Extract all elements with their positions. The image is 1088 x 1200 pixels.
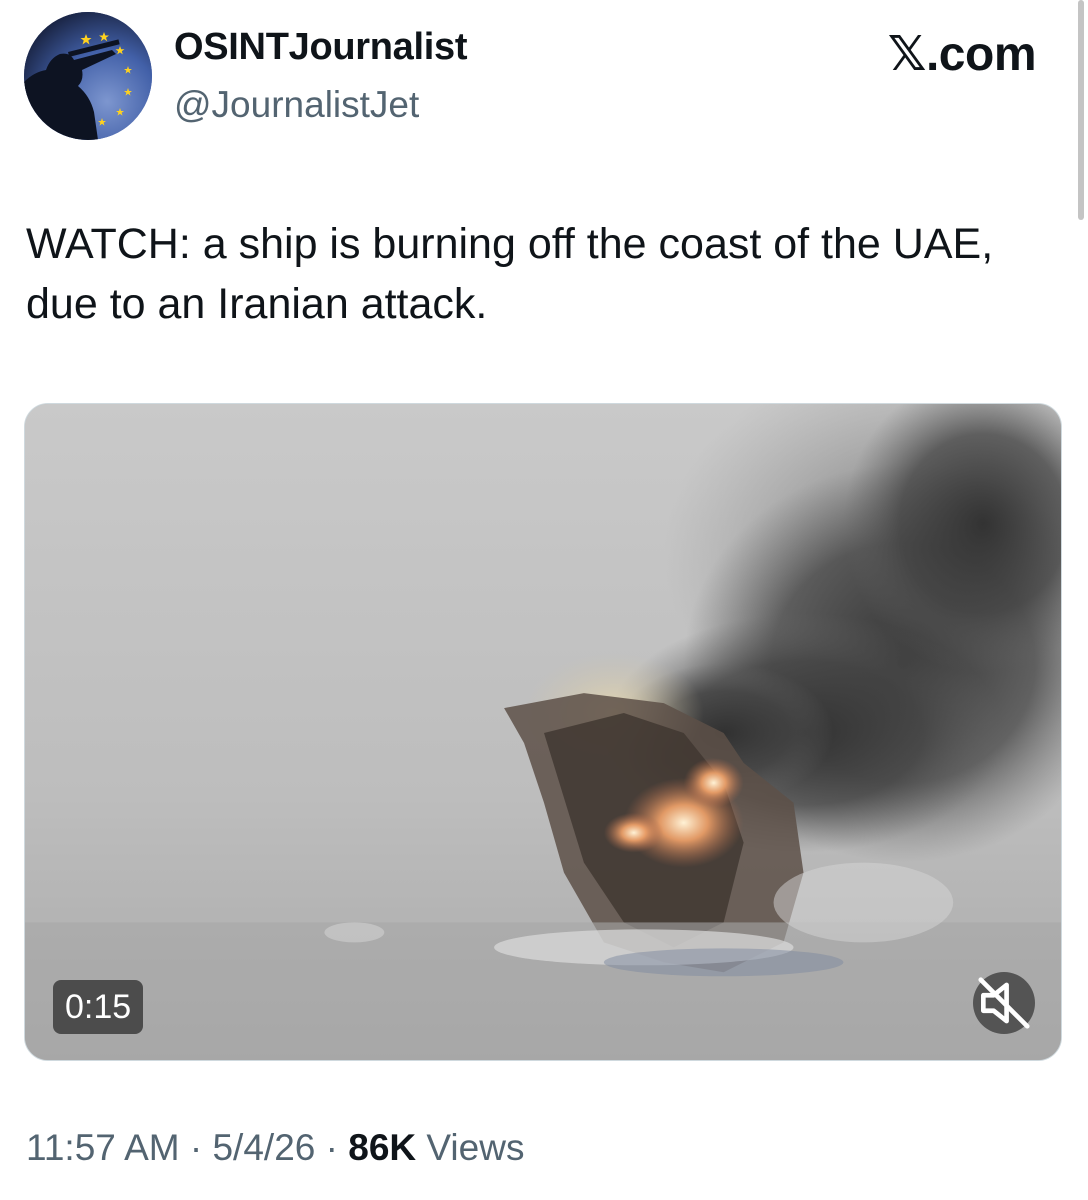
post-metadata: 11:57 AM · 5/4/26 · 86K Views [26, 1127, 524, 1169]
author-display-name[interactable]: OSINTJournalist [174, 26, 468, 69]
video-duration-badge: 0:15 [53, 980, 144, 1034]
soldier-with-rifle-eu-stars-avatar [24, 12, 152, 140]
meta-separator: · [189, 1127, 203, 1168]
speaker-muted-icon [978, 977, 1030, 1029]
author-handle[interactable]: @JournalistJet [174, 84, 419, 126]
views-label[interactable]: Views [426, 1127, 524, 1168]
meta-separator: · [325, 1127, 338, 1168]
post-date[interactable]: 5/4/26 [212, 1127, 315, 1168]
mute-toggle-button[interactable] [973, 972, 1035, 1034]
video-frame-burning-ship [25, 404, 1061, 1060]
scrollbar-thumb[interactable] [1078, 0, 1084, 220]
author-avatar[interactable] [24, 12, 152, 140]
views-count[interactable]: 86K [348, 1127, 416, 1168]
post-text: WATCH: a ship is burning off the coast o… [26, 220, 994, 328]
x-logo: 𝕏.com [887, 28, 1037, 81]
post-time[interactable]: 11:57 AM [26, 1127, 180, 1168]
video-player[interactable]: 0:15 [24, 403, 1062, 1061]
